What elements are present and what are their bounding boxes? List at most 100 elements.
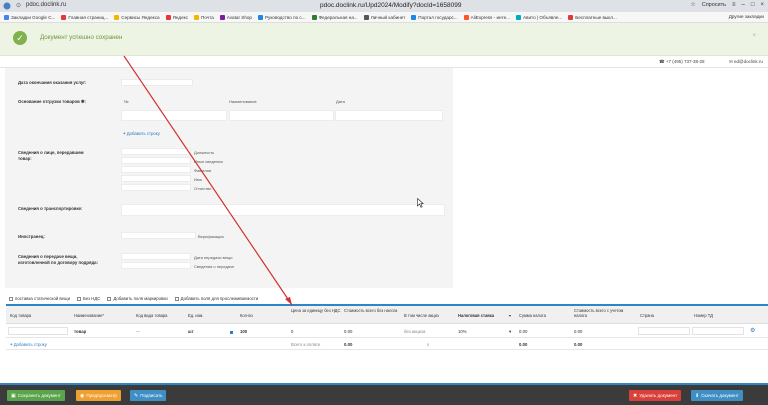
- bookmark-item[interactable]: Федеральная на...: [311, 14, 358, 20]
- no-vat-checkbox[interactable]: Без НДС: [77, 296, 100, 301]
- bookmark-favicon-icon: [311, 14, 317, 20]
- bookmark-star-icon[interactable]: ☆: [690, 1, 695, 8]
- item-code-input[interactable]: [8, 327, 68, 335]
- surname-input[interactable]: [121, 166, 191, 173]
- bookmarks-bar: Закладки Google C... Главная страниц... Се…: [0, 12, 768, 23]
- item-name-cell[interactable]: товар: [74, 329, 86, 334]
- checkbox-box[interactable]: [174, 296, 179, 301]
- menu-icon[interactable]: ≡: [732, 2, 736, 8]
- sign-button[interactable]: ✎ Подписать: [130, 390, 167, 401]
- table-add-row-link[interactable]: + Добавить строку: [10, 342, 47, 347]
- tax-rate-dropdown-icon[interactable]: ▾: [509, 329, 511, 335]
- marking-fields-checkbox[interactable]: Добавить поля маркировки: [107, 296, 168, 301]
- delete-document-button[interactable]: ✖ Удалить документ: [629, 390, 682, 401]
- no-vat-label: Без НДС: [83, 296, 101, 301]
- transport-label: Сведения о транспортировке:: [18, 206, 83, 211]
- notification-close-icon[interactable]: ×: [752, 33, 756, 39]
- col-tax-sum: Сумма налога: [519, 313, 546, 318]
- customs-number-input[interactable]: [692, 327, 744, 335]
- bookmark-favicon-icon: [4, 14, 9, 20]
- qty-cell[interactable]: 100: [240, 329, 247, 334]
- service-end-date-input[interactable]: [121, 79, 193, 86]
- checkbox-box[interactable]: [107, 296, 112, 301]
- bookmark-item[interactable]: Руководство по с...: [257, 14, 306, 20]
- basis-date-input[interactable]: [335, 110, 443, 121]
- mouse-cursor-icon: [417, 198, 424, 208]
- col-customs-number: Номер ТД: [694, 313, 713, 318]
- position-label: Должность: [194, 150, 215, 155]
- bookmark-label: Бесплатные выкл...: [575, 14, 617, 20]
- basis-name-input[interactable]: [229, 110, 334, 121]
- email-contact[interactable]: ✉ ed@doclink.ru: [729, 59, 763, 65]
- unit-cell[interactable]: шт: [188, 329, 194, 334]
- bookmark-item[interactable]: Главная страниц...: [61, 14, 108, 20]
- checkbox-box[interactable]: [77, 296, 81, 301]
- col-kind-code: Код вида товара: [136, 313, 168, 318]
- unit-dropdown-icon[interactable]: [230, 331, 233, 334]
- transport-input[interactable]: [121, 204, 445, 216]
- bookmark-item[interactable]: AliExpress - инте...: [463, 14, 510, 20]
- bookmark-item[interactable]: Бесплатные выкл...: [568, 14, 617, 20]
- bookmark-item[interactable]: Яндекс: [165, 14, 189, 20]
- bookmark-item[interactable]: Почта: [194, 14, 214, 20]
- bookmark-label: Яндекс: [172, 14, 189, 20]
- bookmark-favicon-icon: [165, 14, 171, 20]
- tax-rate-cell[interactable]: 10%: [458, 329, 467, 334]
- email-address: ed@doclink.ru: [734, 59, 763, 64]
- basis-number-input[interactable]: [121, 110, 227, 121]
- checkbox-box[interactable]: [9, 296, 13, 301]
- save-document-button[interactable]: ▣ Сохранить документ: [7, 390, 65, 401]
- first-name-input[interactable]: [121, 175, 191, 182]
- success-notification: ✓ Документ успешно сохранен ×: [0, 23, 768, 56]
- bookmark-item[interactable]: Авито | Объявле...: [515, 14, 562, 20]
- bookmark-item[interactable]: Портал государс...: [411, 14, 458, 20]
- other-info-input[interactable]: [121, 157, 191, 164]
- goods-table: Код товара Наименование* Код вида товара…: [6, 304, 768, 350]
- transfer-person-label: Сведения о лице, передавшем товар:: [18, 150, 84, 161]
- bookmark-item[interactable]: Сервисы Яндекса: [114, 14, 160, 20]
- minimize-icon[interactable]: –: [742, 2, 745, 8]
- transfer-info-input[interactable]: [121, 262, 191, 269]
- address-host[interactable]: pdoc.doclink.ru: [26, 2, 66, 8]
- patronymic-input[interactable]: [121, 184, 191, 191]
- excise-cell[interactable]: без акциза: [404, 329, 425, 334]
- delete-document-label: Удалить документ: [639, 393, 678, 398]
- bookmark-label: Портал государс...: [418, 14, 458, 20]
- other-bookmarks[interactable]: Другие закладки: [729, 14, 764, 19]
- bookmark-favicon-icon: [515, 14, 521, 20]
- col-name: Наименование*: [74, 313, 104, 318]
- bookmark-favicon-icon: [411, 14, 417, 20]
- position-input[interactable]: [121, 148, 191, 155]
- table-add-row-label: Добавить строку: [13, 342, 47, 347]
- total-with-tax-cell: 0.00: [574, 329, 583, 334]
- kind-code-cell[interactable]: —: [136, 329, 140, 334]
- bookmark-item[interactable]: Avatar Shop: [219, 14, 252, 20]
- col-tax-rate[interactable]: Налоговая ставка: [458, 313, 494, 318]
- bookmark-label: Личный кабинет: [370, 14, 406, 20]
- bookmark-favicon-icon: [194, 14, 200, 20]
- transfer-date-input[interactable]: [121, 253, 191, 260]
- country-input[interactable]: [638, 327, 690, 335]
- col-item-code: Код товара: [10, 313, 32, 318]
- foreigner-input[interactable]: [121, 232, 196, 239]
- bookmark-item[interactable]: Закладки Google C...: [4, 14, 55, 20]
- col-qty: Кол-во: [240, 313, 253, 318]
- basis-col-name: Наименование: [229, 99, 257, 104]
- table-footer: + Добавить строку Всего к оплате 0.00 х …: [6, 339, 768, 350]
- static-item-checkbox[interactable]: поставка статической вещи: [9, 296, 70, 301]
- app-header: ☎ +7 (495) 737-38-28 ✉ ed@doclink.ru: [0, 56, 768, 68]
- tax-rate-chevron-down-icon[interactable]: ▾: [509, 313, 511, 318]
- phone-contact[interactable]: ☎ +7 (495) 737-38-28: [659, 59, 705, 65]
- ask-button[interactable]: Спросить: [702, 2, 726, 8]
- close-window-icon[interactable]: ×: [760, 2, 764, 8]
- download-document-button[interactable]: ⬇ Скачать документ: [691, 390, 743, 401]
- bookmark-item[interactable]: Личный кабинет: [363, 14, 406, 20]
- maximize-icon[interactable]: □: [751, 2, 755, 8]
- preview-button[interactable]: ◉ Предпросмотр: [76, 390, 121, 401]
- table-header: Код товара Наименование* Код вида товара…: [6, 306, 768, 324]
- traceability-fields-checkbox[interactable]: Добавить поля для прослеживаемости: [174, 296, 258, 301]
- basis-add-row-link[interactable]: + Добавить строку: [123, 131, 160, 136]
- price-cell[interactable]: 0: [291, 329, 293, 334]
- surname-label: Фамилия: [194, 168, 211, 173]
- row-settings-icon[interactable]: ⚙: [750, 327, 755, 334]
